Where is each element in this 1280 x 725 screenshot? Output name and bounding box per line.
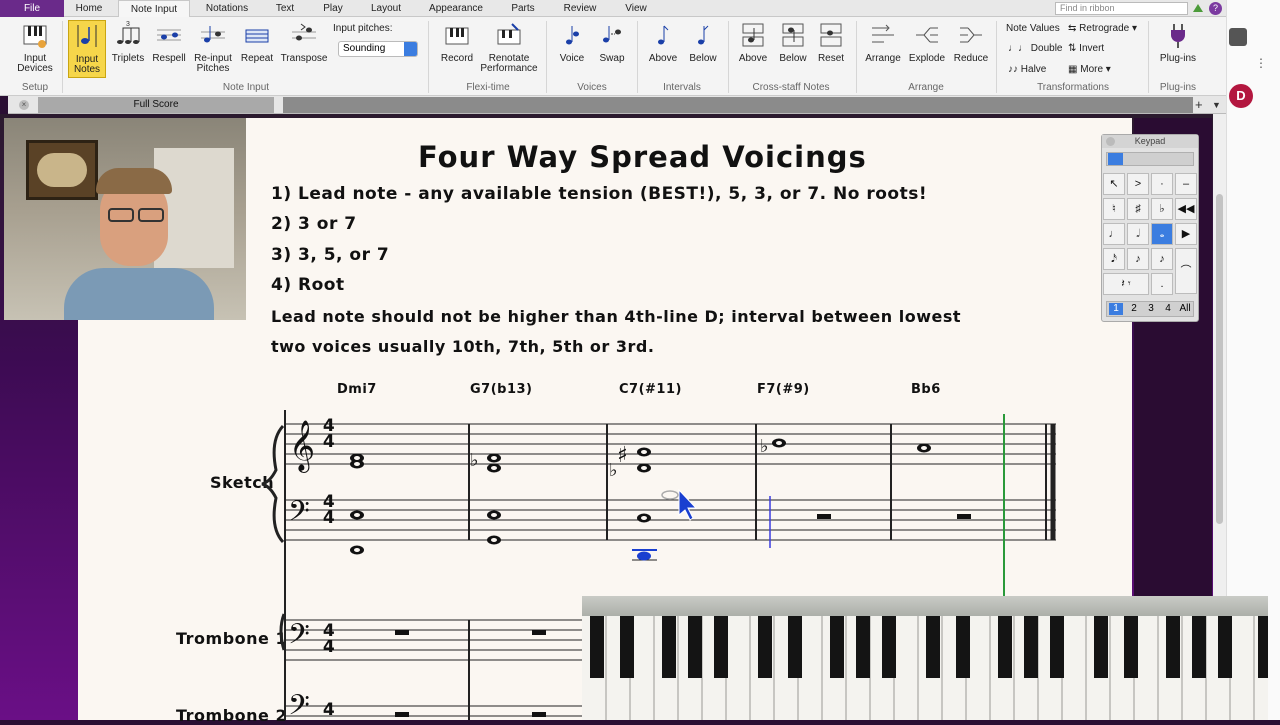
keypad-staccato-key[interactable]: · (1151, 173, 1173, 195)
piano-keyboard-overlay (582, 596, 1268, 720)
keypad-title: Keypad (1102, 135, 1198, 148)
keypad-voice-3[interactable]: 3 (1144, 303, 1158, 315)
keypad-arrow-key[interactable]: ↖ (1103, 173, 1125, 195)
person-shirt (64, 268, 214, 320)
keypad-sharp-key[interactable]: ♯ (1127, 198, 1149, 220)
keypad-16th-note-key[interactable]: 𝅘𝅥𝅯 (1103, 248, 1125, 270)
time-signature-trombone-1[interactable]: 44 (322, 623, 336, 656)
keypad-rest-key[interactable]: 𝄽 𝄾 (1103, 273, 1149, 295)
svg-text:𝄢: 𝄢 (288, 495, 310, 535)
keypad-tenuto-key[interactable]: – (1175, 173, 1197, 195)
keypad-flat-key[interactable]: ♭ (1151, 198, 1173, 220)
piano-keys (582, 616, 1268, 720)
glasses-right (138, 208, 164, 222)
piano-top-panel (582, 596, 1268, 618)
webcam-overlay (4, 118, 246, 320)
svg-text:𝄢: 𝄢 (288, 689, 310, 720)
keypad-tie-key[interactable]: ⌒ (1175, 248, 1197, 294)
svg-text:𝄞: 𝄞 (289, 420, 315, 473)
svg-text:♭: ♭ (760, 436, 769, 457)
keypad-whole-note-key[interactable]: 𝅝 (1151, 223, 1173, 245)
time-signature-trombone-2[interactable]: 4 (322, 702, 336, 719)
person-hair (96, 168, 172, 194)
keypad-8th-note-key[interactable]: ♪ (1127, 248, 1149, 270)
svg-text:𝄢: 𝄢 (288, 618, 310, 658)
keypad-accent-key[interactable]: > (1127, 173, 1149, 195)
time-signature-treble[interactable]: 44 (322, 418, 336, 451)
keypad-half-note-key[interactable]: 𝅗𝅥 (1127, 223, 1149, 245)
keypad-common-notes-icon[interactable] (1108, 153, 1123, 165)
time-signature-bass[interactable]: 44 (322, 494, 336, 527)
keypad-panel[interactable]: Keypad ↖ > · – ♮ ♯ ♭ ◀◀ ♩ 𝅗𝅥 𝅝 ▶ 𝅘𝅥𝅯 ♪ ♪… (1101, 134, 1199, 322)
keypad-quarter-note-key[interactable]: ♩ (1103, 223, 1125, 245)
keypad-voice-2[interactable]: 2 (1127, 303, 1141, 315)
keypad-natural-key[interactable]: ♮ (1103, 198, 1125, 220)
wall-picture (26, 140, 98, 200)
keypad-rewind-key[interactable]: ◀◀ (1175, 198, 1197, 220)
keypad-8th-note-alt-key[interactable]: ♪ (1151, 248, 1173, 270)
glasses-left (108, 208, 134, 222)
keypad-voice-1[interactable]: 1 (1109, 303, 1123, 315)
keypad-voice-4[interactable]: 4 (1161, 303, 1175, 315)
keypad-play-key[interactable]: ▶ (1175, 223, 1197, 245)
svg-text:♭: ♭ (470, 450, 479, 471)
keypad-voice-all[interactable]: All (1176, 303, 1194, 315)
keypad-dot-key[interactable]: . (1151, 273, 1173, 295)
keypad-close-icon[interactable] (1106, 137, 1115, 146)
keypad-voice-tabs[interactable]: 1 2 3 4 All (1106, 301, 1194, 317)
svg-text:♯: ♯ (617, 443, 628, 468)
keypad-layout-tabs[interactable] (1106, 152, 1194, 166)
